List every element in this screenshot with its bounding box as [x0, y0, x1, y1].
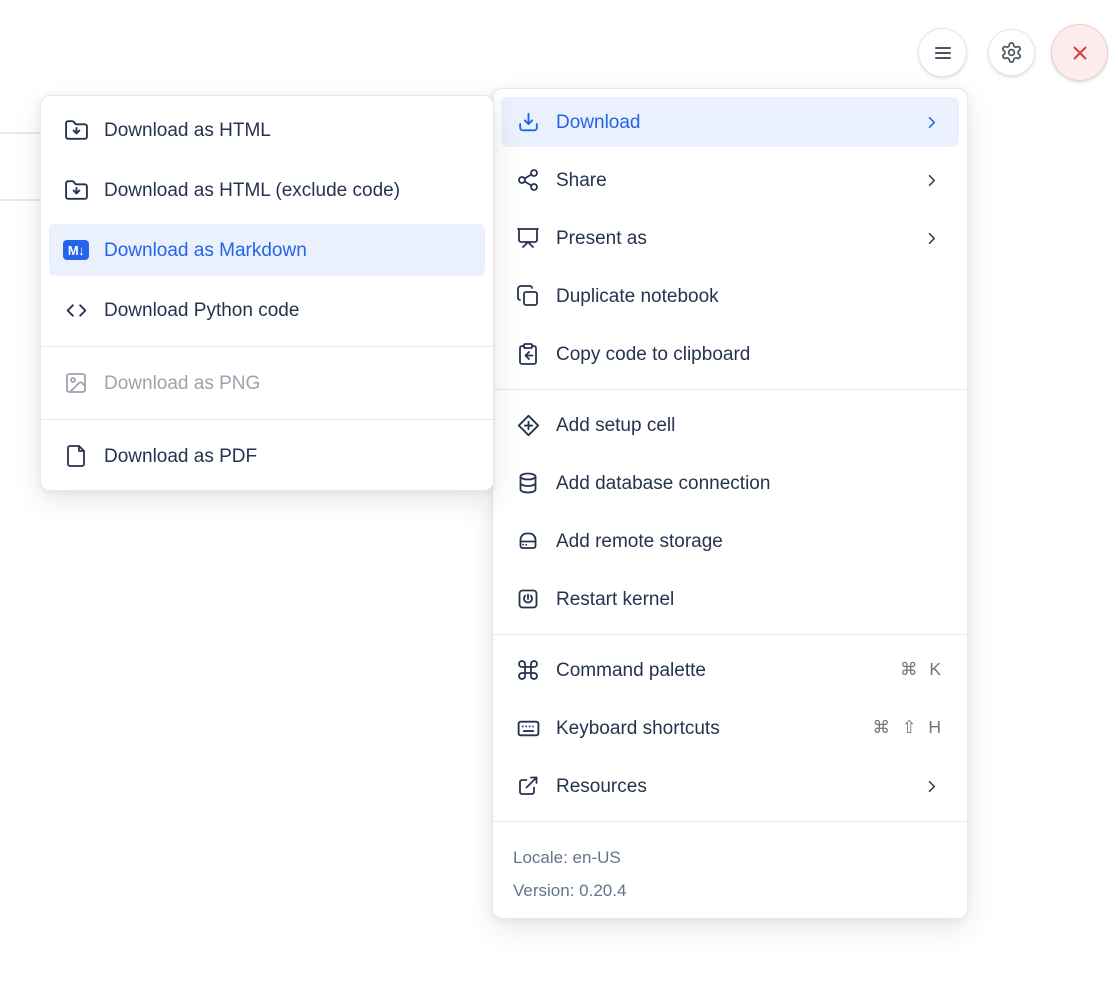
menu-item-add-database-connection[interactable]: Add database connection: [501, 458, 959, 508]
page-edge-line: [0, 199, 40, 201]
menu-item-label: Download as PDF: [104, 447, 257, 466]
menu-item-add-remote-storage[interactable]: Add remote storage: [501, 516, 959, 566]
download-icon: [515, 109, 541, 135]
close-x-icon: [1067, 40, 1093, 66]
folder-download-icon: [63, 117, 89, 143]
share-icon: [515, 167, 541, 193]
settings-button[interactable]: [988, 29, 1035, 76]
keyboard-icon: [515, 715, 541, 741]
menu-item-download-python-code[interactable]: Download Python code: [49, 284, 485, 336]
close-button[interactable]: [1051, 24, 1108, 81]
menu-item-share[interactable]: Share: [501, 155, 959, 205]
menu-section-help: Command palette ⌘ K Keyboard shortcuts ⌘…: [501, 645, 959, 811]
menu-item-download-as-html[interactable]: Download as HTML: [49, 104, 485, 156]
menu-item-label: Add setup cell: [556, 416, 675, 435]
menu-item-download[interactable]: Download: [501, 97, 959, 147]
menu-item-download-as-html-exclude-code[interactable]: Download as HTML (exclude code): [49, 164, 485, 216]
chevron-right-icon: [922, 171, 941, 190]
menu-item-label: Download as HTML (exclude code): [104, 181, 400, 200]
gear-icon: [1000, 41, 1023, 64]
download-submenu: Download as HTML Download as HTML (exclu…: [40, 95, 494, 491]
menu-divider: [41, 346, 493, 347]
code-icon: [63, 297, 89, 323]
menu-item-label: Duplicate notebook: [556, 287, 719, 306]
menu-item-label: Restart kernel: [556, 590, 674, 609]
menu-divider: [493, 821, 967, 822]
menu-item-download-as-pdf[interactable]: Download as PDF: [49, 430, 485, 482]
notebook-menu: Download Share Present as: [492, 88, 968, 919]
submenu-section-pdf: Download as PDF: [49, 430, 485, 482]
menu-item-label: Download as PNG: [104, 374, 260, 393]
command-icon: [515, 657, 541, 683]
menu-item-command-palette[interactable]: Command palette ⌘ K: [501, 645, 959, 695]
shortcut-hint: ⌘ K: [900, 661, 941, 679]
duplicate-icon: [515, 283, 541, 309]
menu-divider: [493, 634, 967, 635]
menu-item-label: Download: [556, 113, 641, 132]
menu-item-keyboard-shortcuts[interactable]: Keyboard shortcuts ⌘ ⇧ H: [501, 703, 959, 753]
menu-item-label: Download as HTML: [104, 121, 271, 140]
chevron-right-icon: [922, 777, 941, 796]
menu-item-label: Add database connection: [556, 474, 770, 493]
chevron-right-icon: [922, 113, 941, 132]
folder-download-icon: [63, 177, 89, 203]
file-icon: [63, 443, 89, 469]
hard-drive-icon: [515, 528, 541, 554]
page-edge-line: [0, 132, 40, 134]
menu-item-download-as-png: Download as PNG: [49, 357, 485, 409]
diamond-plus-icon: [515, 412, 541, 438]
menu-item-present-as[interactable]: Present as: [501, 213, 959, 263]
menu-item-label: Share: [556, 171, 607, 190]
menu-item-copy-code[interactable]: Copy code to clipboard: [501, 329, 959, 379]
menu-section-cells: Add setup cell Add database connection A…: [501, 400, 959, 624]
presentation-icon: [515, 225, 541, 251]
external-link-icon: [515, 773, 541, 799]
menu-item-download-as-markdown[interactable]: M↓ Download as Markdown: [49, 224, 485, 276]
version-text: Version: 0.20.4: [513, 874, 947, 907]
menu-item-label: Present as: [556, 229, 647, 248]
markdown-download-icon: M↓: [63, 237, 89, 263]
submenu-section-png: Download as PNG: [49, 357, 485, 409]
menu-item-label: Resources: [556, 777, 647, 796]
submenu-section-formats: Download as HTML Download as HTML (exclu…: [49, 104, 485, 336]
image-icon: [63, 370, 89, 396]
menu-item-add-setup-cell[interactable]: Add setup cell: [501, 400, 959, 450]
menu-item-duplicate-notebook[interactable]: Duplicate notebook: [501, 271, 959, 321]
menu-divider: [41, 419, 493, 420]
menu-item-label: Copy code to clipboard: [556, 345, 750, 364]
menu-item-label: Keyboard shortcuts: [556, 719, 720, 738]
menu-item-restart-kernel[interactable]: Restart kernel: [501, 574, 959, 624]
shortcut-hint: ⌘ ⇧ H: [872, 719, 941, 737]
database-icon: [515, 470, 541, 496]
menu-section-actions: Download Share Present as: [501, 97, 959, 379]
power-square-icon: [515, 586, 541, 612]
clipboard-copy-icon: [515, 341, 541, 367]
menu-item-resources[interactable]: Resources: [501, 761, 959, 811]
menu-item-label: Command palette: [556, 661, 706, 680]
hamburger-menu-icon: [931, 41, 955, 65]
menu-item-label: Download Python code: [104, 301, 299, 320]
menu-divider: [493, 389, 967, 390]
menu-footer: Locale: en-US Version: 0.20.4: [501, 832, 959, 910]
chevron-right-icon: [922, 229, 941, 248]
menu-button[interactable]: [918, 28, 967, 77]
menu-item-label: Add remote storage: [556, 532, 723, 551]
locale-text: Locale: en-US: [513, 841, 947, 874]
menu-item-label: Download as Markdown: [104, 241, 307, 260]
